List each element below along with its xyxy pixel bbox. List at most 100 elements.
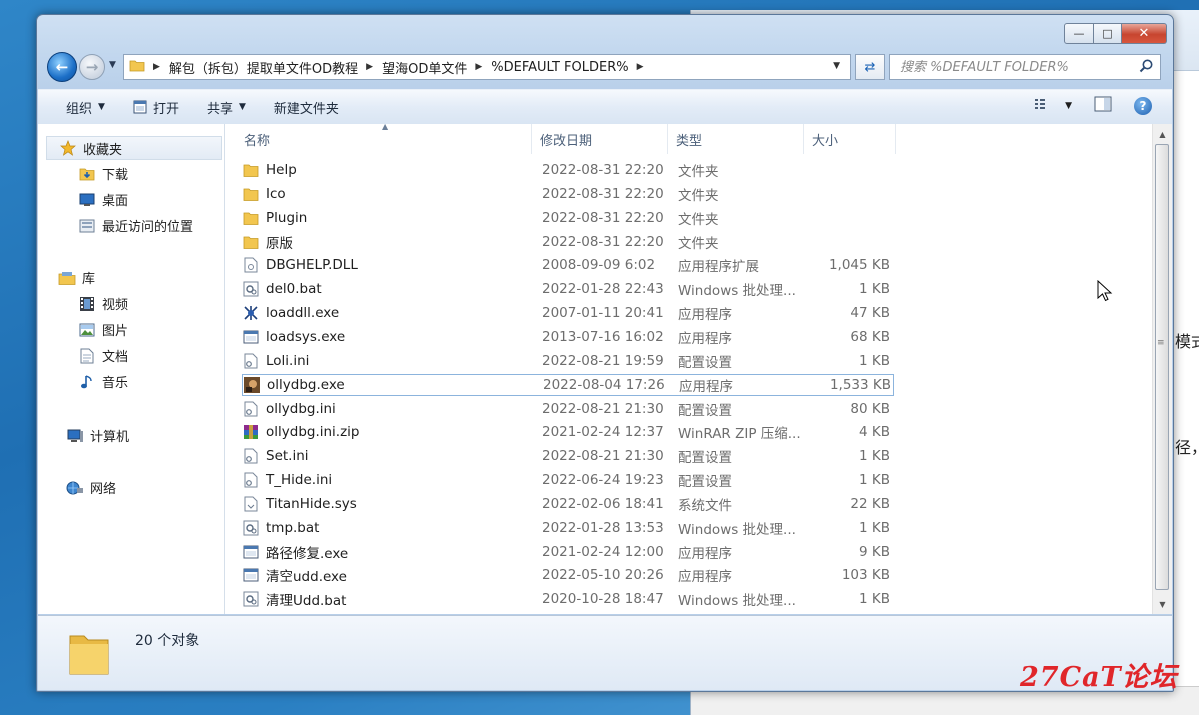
maximize-button[interactable]: □	[1094, 23, 1122, 44]
organize-button[interactable]: 组织 ▼	[66, 98, 105, 117]
new-folder-button[interactable]: 新建文件夹	[274, 98, 339, 117]
exe-icon	[242, 544, 260, 560]
back-button[interactable]: ←	[47, 52, 77, 82]
search-box[interactable]	[889, 54, 1161, 80]
chevron-right-icon[interactable]: ▶	[366, 62, 373, 72]
file-size: 4 KB	[859, 424, 890, 441]
view-options-button[interactable]: ▼	[1035, 98, 1072, 113]
watermark: 27CaT论坛	[1020, 662, 1178, 693]
file-date: 2022-08-31 22:20	[542, 162, 664, 178]
nav-item-music[interactable]: 音乐	[78, 372, 128, 391]
breadcrumb-root-separator[interactable]: ▶	[145, 62, 169, 72]
scroll-down-icon[interactable]: ▼	[1153, 596, 1172, 612]
share-button[interactable]: 共享 ▼	[207, 98, 246, 117]
nav-network[interactable]: 网络	[66, 478, 116, 497]
file-type: Windows 批处理...	[678, 283, 796, 300]
nav-libraries[interactable]: 库	[58, 268, 95, 287]
file-row[interactable]: ollydbg.ini.zip 2021-02-24 12:37 WinRAR ZI…	[242, 421, 894, 443]
file-row[interactable]: T_Hide.ini 2022-06-24 19:23 配置设置 1 KB	[242, 469, 894, 491]
nav-item-downloads[interactable]: 下载	[78, 164, 128, 183]
file-name-cell: Help	[242, 162, 530, 178]
help-button[interactable]: ?	[1134, 96, 1152, 115]
search-input[interactable]	[898, 55, 1138, 79]
chevron-right-icon[interactable]: ▶	[475, 62, 482, 72]
file-row[interactable]: loaddll.exe 2007-01-11 20:41 应用程序 47 KB	[242, 302, 894, 324]
file-type: 应用程序扩展	[678, 259, 759, 276]
column-header-size[interactable]: 大小	[804, 124, 896, 154]
breadcrumb-item[interactable]: %DEFAULT FOLDER% ▶	[491, 60, 652, 75]
bat-icon	[242, 591, 260, 607]
file-row[interactable]: ollydbg.ini 2022-08-21 21:30 配置设置 80 KB	[242, 398, 894, 420]
address-bar[interactable]: ▶ 解包（拆包）提取单文件OD教程 ▶ 望海OD单文件 ▶ %DEFAULT FOL…	[123, 54, 851, 80]
file-size: 47 KB	[850, 305, 890, 322]
file-date: 2022-08-31 22:20	[542, 185, 664, 202]
file-row[interactable]: TitanHide.sys 2022-02-06 18:41 系统文件 22 KB	[242, 493, 894, 515]
open-button[interactable]: 打开	[133, 98, 179, 117]
search-icon[interactable]	[1138, 58, 1154, 78]
file-row[interactable]: tmp.bat 2022-01-28 13:53 Windows 批处理... 1 K…	[242, 517, 894, 539]
file-name: DBGHELP.DLL	[266, 257, 358, 274]
open-app-icon	[133, 100, 147, 114]
file-row[interactable]: 路径修复.exe 2021-02-24 12:00 应用程序 9 KB	[242, 541, 894, 563]
ini-icon	[242, 472, 260, 488]
nav-item-documents[interactable]: 文档	[78, 346, 128, 365]
file-row[interactable]: 清空udd.exe 2022-05-10 20:26 应用程序 103 KB	[242, 564, 894, 586]
file-name-cell: ollydbg.exe	[243, 376, 531, 393]
column-header-name[interactable]: 名称	[236, 124, 532, 154]
breadcrumb-item[interactable]: 解包（拆包）提取单文件OD教程 ▶	[169, 58, 382, 77]
address-dropdown-icon[interactable]: ▼	[833, 61, 840, 71]
chevron-right-icon[interactable]: ▶	[637, 62, 644, 72]
file-row[interactable]: loadsys.exe 2013-07-16 16:02 应用程序 68 KB	[242, 326, 894, 348]
view-controls: ▼ ?	[1013, 96, 1152, 115]
file-date: 2021-02-24 12:37	[542, 424, 664, 441]
file-name-cell: 清理Udd.bat	[242, 589, 530, 609]
file-row[interactable]: ollydbg.exe 2022-08-04 17:26 应用程序 1,533 KB	[242, 373, 894, 396]
vertical-scrollbar[interactable]: ▲ ≡ ▼	[1152, 124, 1172, 614]
nav-item-pictures[interactable]: 图片	[78, 320, 128, 339]
recent-pages-dropdown[interactable]: ▼	[109, 60, 116, 70]
exe-icon	[242, 567, 260, 583]
nav-favorites[interactable]: 收藏夹	[46, 136, 222, 160]
new-folder-label: 新建文件夹	[273, 101, 339, 117]
file-size: 1,045 KB	[828, 257, 890, 274]
sys-icon	[242, 496, 260, 512]
file-row[interactable]: Set.ini 2022-08-21 21:30 配置设置 1 KB	[242, 445, 894, 467]
file-name-cell: tmp.bat	[242, 520, 530, 536]
file-row[interactable]: 清理Udd.bat 2020-10-28 18:47 Windows 批处理... 1…	[242, 588, 894, 610]
close-button[interactable]: ✕	[1122, 23, 1167, 44]
nav-item-desktop[interactable]: 桌面	[78, 190, 128, 209]
nav-item-recent[interactable]: 最近访问的位置	[78, 216, 193, 235]
refresh-button[interactable]: ⇄	[855, 54, 885, 80]
forward-button[interactable]: →	[79, 54, 105, 80]
file-name-cell: DBGHELP.DLL	[242, 257, 530, 273]
file-row[interactable]: del0.bat 2022-01-28 22:43 Windows 批处理... 1 …	[242, 278, 894, 300]
file-type: 文件夹	[678, 187, 719, 204]
column-header-type[interactable]: 类型	[668, 124, 804, 154]
refresh-icon: ⇄	[864, 59, 876, 75]
file-row[interactable]: Help 2022-08-31 22:20 文件夹	[242, 159, 894, 181]
nav-item-videos[interactable]: 视频	[78, 294, 128, 313]
file-row[interactable]: Loli.ini 2022-08-21 19:59 配置设置 1 KB	[242, 350, 894, 372]
preview-pane-button[interactable]	[1094, 96, 1112, 115]
file-row[interactable]: Ico 2022-08-31 22:20 文件夹	[242, 183, 894, 205]
column-header-date[interactable]: 修改日期	[532, 124, 668, 154]
recent-places-icon	[78, 218, 96, 234]
file-size: 9 KB	[859, 543, 890, 560]
minimize-button[interactable]: —	[1064, 23, 1094, 44]
nav-item-label: 最近访问的位置	[102, 220, 194, 235]
nav-item-label: 音乐	[102, 376, 129, 391]
scroll-up-icon[interactable]: ▲	[1153, 126, 1172, 142]
file-name-cell: 清空udd.exe	[242, 565, 530, 585]
file-type: 应用程序	[679, 378, 733, 395]
nav-computer[interactable]: 计算机	[66, 426, 129, 445]
mouse-cursor-icon	[1097, 279, 1113, 306]
file-row[interactable]: 原版 2022-08-31 22:20 文件夹	[242, 231, 894, 253]
file-date: 2022-02-06 18:41	[542, 495, 664, 512]
scrollbar-thumb[interactable]	[1155, 144, 1169, 590]
file-row[interactable]: DBGHELP.DLL 2008-09-09 6:02 应用程序扩展 1,045 KB	[242, 254, 894, 276]
file-size: 103 KB	[841, 567, 890, 584]
breadcrumb-item[interactable]: 望海OD单文件 ▶	[382, 58, 491, 77]
file-row[interactable]: Plugin 2022-08-31 22:20 文件夹	[242, 207, 894, 229]
chevron-down-icon: ▼	[1065, 100, 1072, 111]
preview-pane-icon	[1094, 96, 1112, 115]
